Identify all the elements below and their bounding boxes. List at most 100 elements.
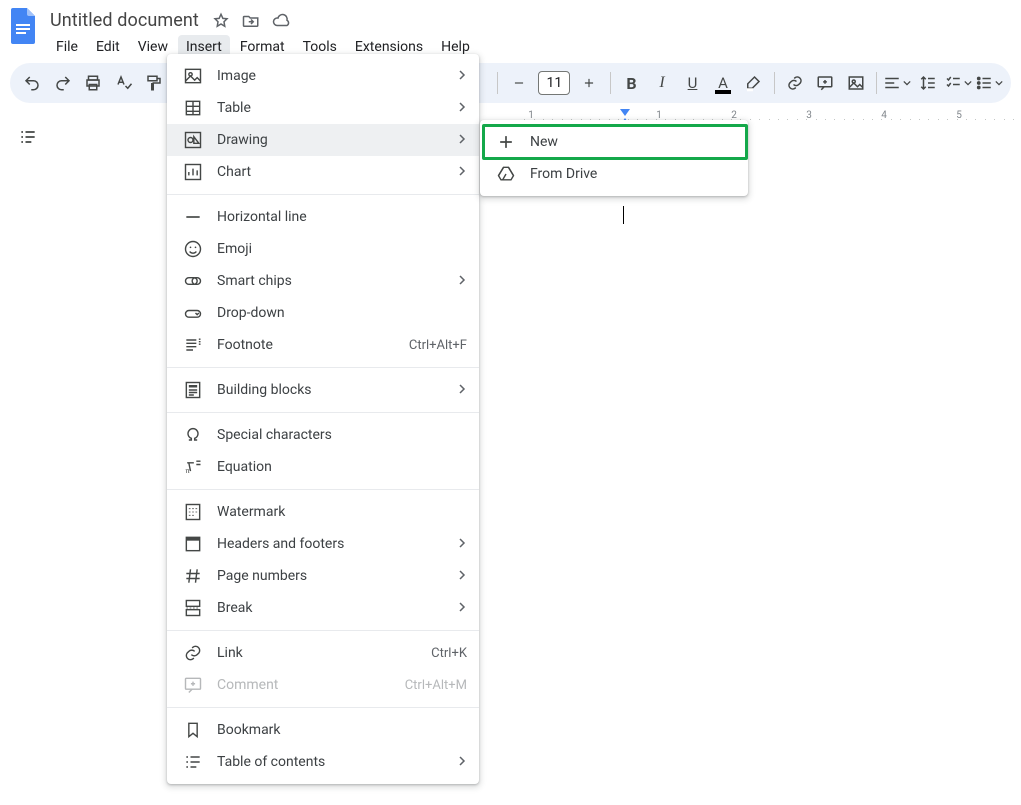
submenu-item-label: New xyxy=(530,134,736,150)
submenu-arrow-icon xyxy=(457,273,467,289)
menu-item-shortcut: Ctrl+K xyxy=(431,646,467,661)
watermark-icon xyxy=(183,502,203,522)
menu-item-shortcut: Ctrl+Alt+M xyxy=(405,678,467,693)
omega-icon xyxy=(183,425,203,445)
underline-button[interactable]: U xyxy=(678,68,706,98)
menu-separator xyxy=(167,630,479,631)
menu-item-label: Special characters xyxy=(217,427,467,443)
menu-item-equation[interactable]: π Equation xyxy=(167,451,479,483)
italic-button[interactable]: I xyxy=(648,68,676,98)
menu-item-label: Smart chips xyxy=(217,273,443,289)
submenu-arrow-icon xyxy=(457,68,467,84)
first-line-indent-marker-icon[interactable] xyxy=(620,109,630,116)
menu-item-chart[interactable]: Chart xyxy=(167,156,479,188)
table-icon xyxy=(183,98,203,118)
menu-item-label: Footnote xyxy=(217,337,395,353)
menu-item-table[interactable]: Table xyxy=(167,92,479,124)
submenu-arrow-icon xyxy=(457,382,467,398)
document-page[interactable] xyxy=(523,120,1021,805)
menu-item-smart-chips[interactable]: Smart chips xyxy=(167,265,479,297)
menu-item-label: Watermark xyxy=(217,504,467,520)
menu-item-drop-down[interactable]: Drop-down xyxy=(167,297,479,329)
show-outline-button[interactable] xyxy=(11,120,45,154)
svg-text:π: π xyxy=(186,467,190,475)
menu-separator xyxy=(167,489,479,490)
checklist-button[interactable] xyxy=(944,68,972,98)
toolbar-separator xyxy=(610,72,611,94)
emoji-icon xyxy=(183,239,203,259)
document-canvas[interactable] xyxy=(523,120,1021,805)
submenu-arrow-icon xyxy=(457,132,467,148)
highlight-color-button[interactable] xyxy=(739,68,767,98)
add-comment-button[interactable] xyxy=(811,68,839,98)
menu-item-label: Equation xyxy=(217,459,467,475)
blocks-icon xyxy=(183,380,203,400)
menubar-item-file[interactable]: File xyxy=(48,35,86,59)
docs-logo[interactable] xyxy=(4,6,44,46)
menu-item-label: Link xyxy=(217,645,417,661)
hr-icon xyxy=(183,207,203,227)
menu-item-special-characters[interactable]: Special characters xyxy=(167,419,479,451)
submenu-item-from-drive[interactable]: From Drive xyxy=(480,158,748,190)
image-icon xyxy=(183,66,203,86)
link-icon xyxy=(183,643,203,663)
menubar-item-edit[interactable]: Edit xyxy=(88,35,128,59)
menu-item-label: Table xyxy=(217,100,443,116)
print-button[interactable] xyxy=(79,68,107,98)
menu-item-break[interactable]: Break xyxy=(167,592,479,624)
menu-item-drawing[interactable]: Drawing xyxy=(167,124,479,156)
title-area: Untitled document FileEditViewInsertForm… xyxy=(48,6,478,59)
move-icon[interactable] xyxy=(241,11,261,31)
hash-icon xyxy=(183,566,203,586)
submenu-arrow-icon xyxy=(457,164,467,180)
redo-button[interactable] xyxy=(48,68,76,98)
menu-item-link[interactable]: Link Ctrl+K xyxy=(167,637,479,669)
menu-separator xyxy=(167,367,479,368)
line-spacing-button[interactable] xyxy=(914,68,942,98)
submenu-arrow-icon xyxy=(457,600,467,616)
insert-link-button[interactable] xyxy=(781,68,809,98)
font-size-input[interactable]: 11 xyxy=(538,71,570,95)
insert-image-button[interactable] xyxy=(842,68,870,98)
decrease-font-size-button[interactable] xyxy=(504,68,534,98)
menu-item-page-numbers[interactable]: Page numbers xyxy=(167,560,479,592)
menu-item-label: Break xyxy=(217,600,443,616)
paint-format-button[interactable] xyxy=(140,68,168,98)
undo-button[interactable] xyxy=(18,68,46,98)
text-color-button[interactable]: A xyxy=(709,68,737,98)
menu-separator xyxy=(167,707,479,708)
spellcheck-button[interactable] xyxy=(109,68,137,98)
menu-item-bookmark[interactable]: Bookmark xyxy=(167,714,479,746)
menu-item-horizontal-line[interactable]: Horizontal line xyxy=(167,201,479,233)
menu-item-watermark[interactable]: Watermark xyxy=(167,496,479,528)
toolbar-separator xyxy=(876,72,877,94)
align-button[interactable] xyxy=(883,68,911,98)
bold-button[interactable]: B xyxy=(617,68,645,98)
drawing-submenu: New From Drive xyxy=(480,120,748,196)
equation-icon: π xyxy=(183,457,203,477)
increase-font-size-button[interactable] xyxy=(574,68,604,98)
menu-item-table-of-contents[interactable]: Table of contents xyxy=(167,746,479,778)
menu-item-image[interactable]: Image xyxy=(167,60,479,92)
menu-item-comment: CommentCtrl+Alt+M xyxy=(167,669,479,701)
submenu-arrow-icon xyxy=(457,754,467,770)
menu-item-label: Image xyxy=(217,68,443,84)
submenu-item-new[interactable]: New xyxy=(480,126,748,158)
break-icon xyxy=(183,598,203,618)
bulleted-list-button[interactable] xyxy=(975,68,1003,98)
cloud-status-icon[interactable] xyxy=(271,11,291,31)
bookmark-icon xyxy=(183,720,203,740)
menu-separator xyxy=(167,194,479,195)
menu-item-label: Building blocks xyxy=(217,382,443,398)
star-icon[interactable] xyxy=(211,11,231,31)
footnote-icon xyxy=(183,335,203,355)
menu-item-label: Headers and footers xyxy=(217,536,443,552)
comment-icon xyxy=(183,675,203,695)
menu-item-building-blocks[interactable]: Building blocks xyxy=(167,374,479,406)
document-title[interactable]: Untitled document xyxy=(48,8,201,33)
menu-item-label: Chart xyxy=(217,164,443,180)
toolbar-separator xyxy=(774,72,775,94)
menu-item-emoji[interactable]: Emoji xyxy=(167,233,479,265)
menu-item-headers-and-footers[interactable]: Headers and footers xyxy=(167,528,479,560)
menu-item-footnote[interactable]: FootnoteCtrl+Alt+F xyxy=(167,329,479,361)
